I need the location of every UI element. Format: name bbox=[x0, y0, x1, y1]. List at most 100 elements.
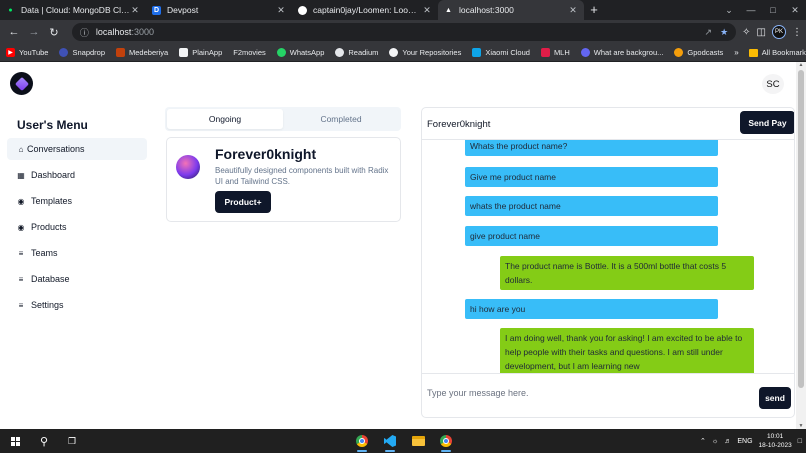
bookmark-label: YouTube bbox=[19, 48, 49, 57]
sidebar-item-settings[interactable]: ≡ Settings bbox=[7, 294, 147, 316]
close-icon[interactable]: ✕ bbox=[130, 5, 140, 16]
system-tray: ⌃ ☼ ♬ ENG 10:01 18-10-2023 □ bbox=[700, 432, 806, 450]
browser-toolbar: ← → ↻ ⓘ localhost:3000 ↗ ★ ✧ ◫ PK ⋮ bbox=[0, 20, 806, 44]
sidebar-item-label: Dashboard bbox=[31, 170, 76, 180]
sidebar-item-label: Settings bbox=[31, 300, 64, 310]
search-icon[interactable]: ⚲ bbox=[30, 429, 58, 453]
send-button[interactable]: send bbox=[759, 387, 791, 409]
browser-tab-mongodb[interactable]: ● Data | Cloud: MongoDB Cloud ✕ bbox=[0, 0, 146, 20]
bookmark-backgrounds[interactable]: What are backgrou... bbox=[580, 48, 663, 57]
bookmark-f2movies[interactable]: F2movies bbox=[233, 48, 266, 57]
browser-tab-localhost[interactable]: ▲ localhost:3000 ✕ bbox=[438, 0, 584, 20]
bookmark-whatsapp[interactable]: WhatsApp bbox=[276, 48, 325, 57]
page-scrollbar[interactable]: ▲ ▼ bbox=[796, 62, 806, 429]
scrollbar-thumb[interactable] bbox=[798, 70, 804, 388]
close-window-icon[interactable]: ✕ bbox=[784, 5, 806, 16]
logo-gem-icon bbox=[14, 76, 29, 91]
share-icon[interactable]: ↗ bbox=[705, 27, 713, 38]
sidebar-item-templates[interactable]: ◉ Templates bbox=[7, 190, 147, 212]
message-user: whats the product name bbox=[465, 196, 718, 216]
all-bookmarks[interactable]: All Bookmarks bbox=[748, 48, 806, 57]
bookmarks-overflow-icon[interactable]: » bbox=[734, 48, 738, 57]
site-info-icon[interactable]: ⓘ bbox=[80, 26, 92, 39]
notification-icon[interactable]: □ bbox=[798, 438, 802, 445]
address-bar[interactable]: ⓘ localhost:3000 ↗ ★ bbox=[71, 23, 737, 41]
xiaomi-cloud-icon bbox=[472, 48, 482, 57]
task-view-icon[interactable]: ❐ bbox=[58, 429, 86, 453]
language-indicator[interactable]: ENG bbox=[737, 438, 752, 445]
message-bot: I am doing well, thank you for asking! I… bbox=[500, 328, 754, 373]
triangle-icon: ▲ bbox=[445, 6, 452, 14]
clock[interactable]: 10:01 18-10-2023 bbox=[759, 432, 792, 450]
minimize-icon[interactable]: — bbox=[740, 5, 762, 15]
bookmark-gpodcasts[interactable]: Gpodcasts bbox=[674, 48, 723, 57]
bookmark-plainapp[interactable]: PlainApp bbox=[179, 48, 222, 57]
file-explorer-icon[interactable] bbox=[404, 429, 432, 453]
windows-start-icon[interactable] bbox=[0, 429, 30, 453]
tab-ongoing[interactable]: Ongoing bbox=[167, 109, 283, 129]
product-card: Forever0knight Beautifully designed comp… bbox=[166, 137, 401, 222]
bookmark-repositories[interactable]: Your Repositories bbox=[389, 48, 461, 57]
product-add-button[interactable]: Product+ bbox=[215, 191, 271, 213]
app-logo[interactable] bbox=[10, 72, 33, 95]
bookmark-readium[interactable]: Readium bbox=[335, 48, 378, 57]
chrome-icon[interactable] bbox=[348, 429, 376, 453]
card-description: Beautifully designed components built wi… bbox=[215, 166, 389, 186]
gpodcasts-icon bbox=[674, 48, 684, 57]
bookmark-medeberiya[interactable]: Medeberiya bbox=[116, 48, 168, 57]
sidebar-item-label: Products bbox=[31, 222, 67, 232]
sidebar-item-products[interactable]: ◉ Products bbox=[7, 216, 147, 238]
mongodb-leaf-icon: ● bbox=[8, 6, 13, 14]
extensions-icon[interactable]: ✧ bbox=[742, 27, 750, 38]
close-icon[interactable]: ✕ bbox=[276, 5, 286, 16]
chrome-icon[interactable] bbox=[432, 429, 460, 453]
message-bot: The product name is Bottle. It is a 500m… bbox=[500, 256, 754, 290]
send-pay-button[interactable]: Send Pay bbox=[740, 111, 794, 134]
sidebar-item-label: Teams bbox=[31, 248, 58, 258]
bookmark-label: MLH bbox=[553, 48, 570, 57]
chat-messages[interactable]: Whats the product name? Give me product … bbox=[422, 140, 794, 373]
vscode-icon[interactable] bbox=[376, 429, 404, 453]
readium-icon bbox=[335, 48, 345, 57]
bookmark-label: Xiaomi Cloud bbox=[485, 48, 530, 57]
sidebar-item-dashboard[interactable]: ▦ Dashboard bbox=[7, 164, 147, 186]
bookmark-xiaomi-cloud[interactable]: Xiaomi Cloud bbox=[472, 48, 530, 57]
bookmark-label: Medeberiya bbox=[129, 48, 169, 57]
tab-completed[interactable]: Completed bbox=[283, 109, 399, 129]
maximize-icon[interactable]: □ bbox=[762, 5, 784, 15]
back-icon[interactable]: ← bbox=[4, 26, 24, 38]
bookmark-youtube[interactable]: ▶ YouTube bbox=[6, 48, 48, 57]
browser-tab-devpost[interactable]: D Devpost ✕ bbox=[146, 0, 292, 20]
side-panel-icon[interactable]: ◫ bbox=[757, 27, 766, 38]
chevron-up-icon[interactable]: ⌃ bbox=[700, 437, 706, 445]
sidebar-item-teams[interactable]: ≡ Teams bbox=[7, 242, 147, 264]
message-input[interactable]: Type your message here. bbox=[427, 388, 529, 398]
bookmark-label: WhatsApp bbox=[289, 48, 325, 57]
user-avatar[interactable]: SC bbox=[762, 74, 784, 94]
close-icon[interactable]: ✕ bbox=[422, 5, 432, 16]
bookmark-mlh[interactable]: MLH bbox=[540, 48, 570, 57]
bookmark-snapdrop[interactable]: Snapdrop bbox=[59, 48, 105, 57]
medeberiya-icon bbox=[116, 48, 126, 57]
bookmark-star-icon[interactable]: ★ bbox=[720, 27, 728, 38]
volume-icon[interactable]: ♬ bbox=[724, 438, 731, 445]
sidebar-item-database[interactable]: ≡ Database bbox=[7, 268, 147, 290]
menu-icon[interactable]: ⋮ bbox=[792, 27, 802, 38]
sidebar-item-label: Templates bbox=[31, 196, 73, 206]
new-tab-button[interactable]: + bbox=[584, 0, 604, 20]
message-user: Give me product name bbox=[465, 167, 718, 187]
close-icon[interactable]: ✕ bbox=[568, 5, 578, 16]
clock-time: 10:01 bbox=[767, 433, 784, 440]
reload-icon[interactable]: ↻ bbox=[44, 26, 64, 39]
tab-title: captain0jay/Loomen: Loomen is bbox=[313, 5, 422, 15]
sidebar-item-label: Conversations bbox=[27, 144, 85, 154]
browser-tab-github[interactable]: captain0jay/Loomen: Loomen is ✕ bbox=[292, 0, 438, 20]
sidebar-item-conversations[interactable]: ⌂ Conversations bbox=[7, 138, 147, 160]
network-icon[interactable]: ☼ bbox=[712, 438, 718, 445]
forward-icon[interactable]: → bbox=[24, 26, 44, 38]
tab-title: localhost:3000 bbox=[459, 5, 514, 15]
profile-avatar[interactable]: PK bbox=[771, 25, 786, 39]
scroll-up-icon[interactable]: ▲ bbox=[796, 62, 806, 68]
tab-title: Devpost bbox=[167, 5, 199, 15]
tab-search-icon[interactable]: ⌄ bbox=[718, 5, 740, 16]
